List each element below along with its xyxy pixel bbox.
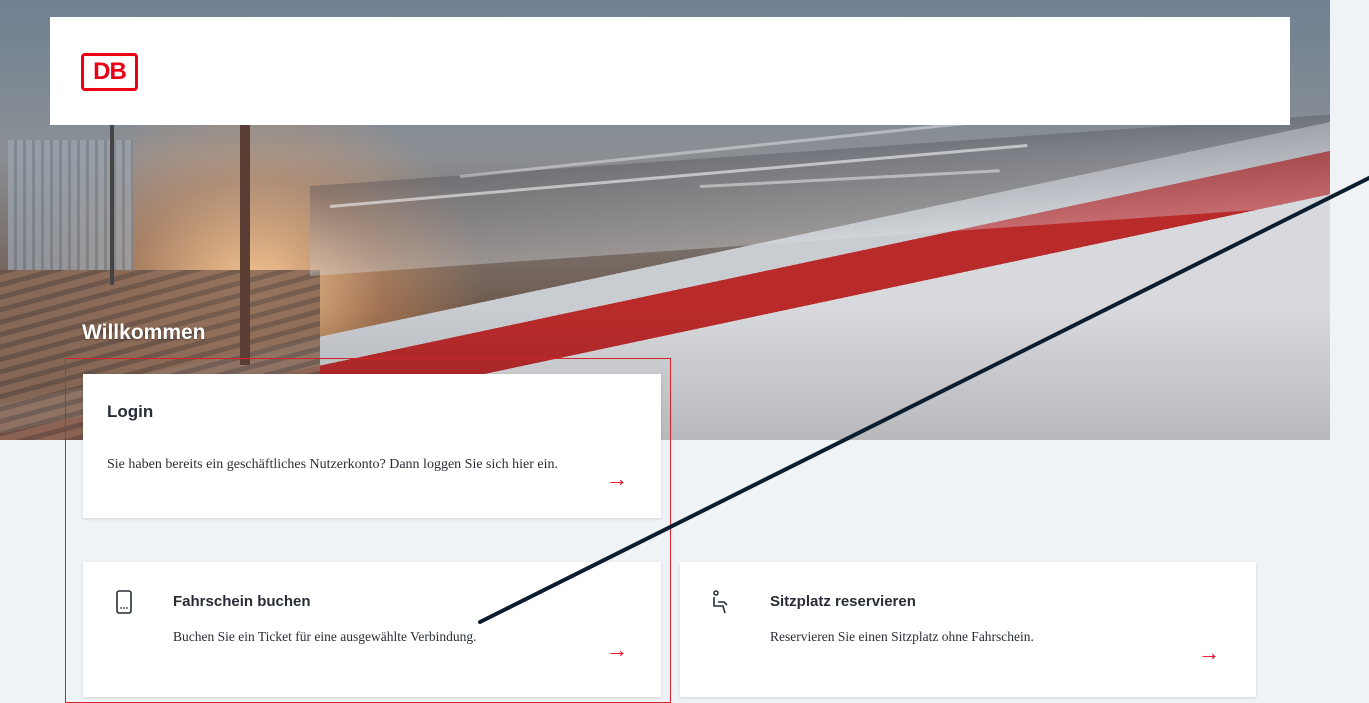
hero-mast <box>110 125 114 285</box>
smartphone-icon <box>116 590 132 614</box>
arrow-right-icon[interactable]: → <box>606 468 628 490</box>
sitzplatz-reservieren-card[interactable]: Sitzplatz reservieren Reservieren Sie ei… <box>680 562 1256 697</box>
welcome-heading: Willkommen <box>82 321 206 344</box>
db-logo[interactable]: DB <box>81 53 138 91</box>
arrow-right-icon[interactable]: → <box>606 639 628 661</box>
login-card[interactable]: Login Sie haben bereits ein geschäftlich… <box>83 374 661 518</box>
header-bar: DB <box>50 17 1290 125</box>
fahrschein-description: Buchen Sie ein Ticket für eine ausgewähl… <box>173 629 477 644</box>
sitzplatz-description: Reservieren Sie einen Sitzplatz ohne Fah… <box>770 629 1034 644</box>
login-title: Login <box>107 402 154 421</box>
seat-icon <box>713 590 728 614</box>
arrow-right-icon[interactable]: → <box>1198 642 1220 664</box>
hero-pole <box>240 125 250 365</box>
fahrschein-buchen-card[interactable]: Fahrschein buchen Buchen Sie ein Ticket … <box>83 562 661 697</box>
hero-building <box>8 140 133 270</box>
login-description: Sie haben bereits ein geschäftliches Nut… <box>107 457 558 472</box>
fahrschein-title: Fahrschein buchen <box>173 593 311 610</box>
sitzplatz-title: Sitzplatz reservieren <box>770 593 916 610</box>
